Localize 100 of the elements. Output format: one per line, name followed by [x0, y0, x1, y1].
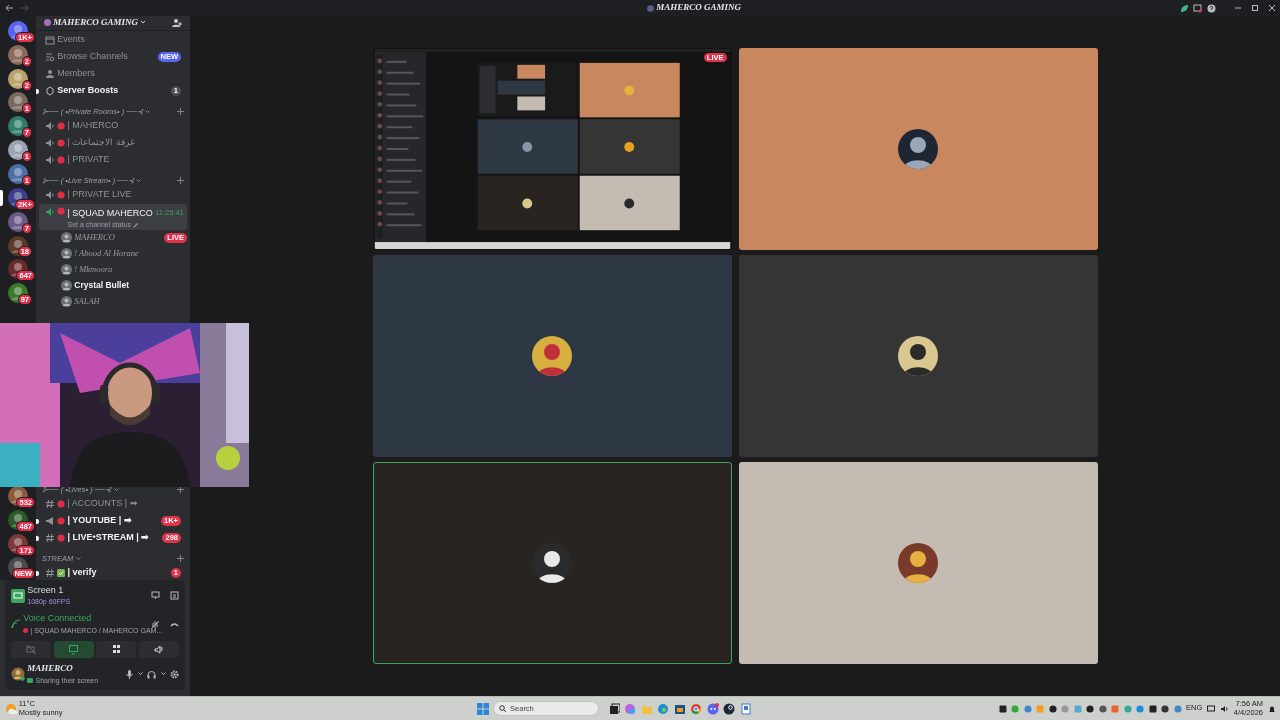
back-arrow-icon[interactable]: [4, 4, 14, 12]
dot-icon: [57, 206, 66, 215]
add-channel-icon[interactable]: [177, 108, 184, 115]
user-avatar: [11, 667, 25, 681]
start-icon[interactable]: [476, 702, 489, 715]
server-name[interactable]: MAHERCO GAMING: [53, 16, 139, 30]
dot-icon: [23, 628, 29, 634]
activities-button[interactable]: [96, 640, 137, 658]
invite-icon[interactable]: [172, 17, 182, 28]
channel-name[interactable]: Server Boosts: [57, 84, 119, 98]
headphones-icon[interactable]: [147, 669, 156, 679]
user-avatar: [61, 280, 72, 291]
video-tile[interactable]: [738, 255, 1098, 457]
hashtag-icon: [45, 533, 55, 543]
avatar: [897, 335, 939, 377]
inbox-icon[interactable]: [1193, 3, 1202, 13]
server-icon[interactable]: [8, 140, 28, 161]
voice-status[interactable]: Voice Connected: [23, 612, 149, 626]
volume-icon[interactable]: [1220, 704, 1230, 713]
member-name[interactable]: ! Mkmoora: [74, 263, 113, 276]
screen-share-button[interactable]: [53, 640, 94, 658]
settings-icon[interactable]: [170, 669, 179, 679]
store-icon[interactable]: [673, 702, 686, 715]
avatar: [897, 128, 939, 170]
server-icon[interactable]: [8, 68, 28, 89]
channel-name[interactable]: | ACCOUNTS | ➡: [67, 497, 138, 511]
member-name[interactable]: Crystal Bullet: [74, 279, 130, 292]
checkbox-icon: [57, 569, 66, 577]
video-tile[interactable]: [738, 48, 1098, 250]
video-tile[interactable]: [372, 255, 732, 457]
caret-icon[interactable]: [137, 672, 143, 676]
server-icon[interactable]: [8, 116, 28, 137]
dot-icon: [57, 500, 66, 508]
channel-name[interactable]: | PRIVATE: [67, 153, 110, 167]
channel-name[interactable]: | LIVE•STREAM | ➡: [67, 531, 150, 545]
dot-icon: [57, 156, 66, 164]
channel-name[interactable]: Members: [57, 67, 95, 81]
member-name[interactable]: ! Abood Al Horane: [74, 247, 139, 260]
soundboard-button[interactable]: [138, 640, 179, 658]
server-icon[interactable]: [8, 283, 28, 304]
unread-indicator: [36, 535, 39, 541]
stream-title: Screen 1: [27, 583, 65, 597]
maximize-icon[interactable]: [1250, 4, 1259, 12]
channel-name[interactable]: | SQUAD MAHERCO: [67, 206, 153, 220]
window-title: MAHERCO GAMING: [656, 1, 741, 15]
user-name[interactable]: MAHERCO: [27, 662, 99, 676]
caret-icon: [113, 487, 119, 492]
channel-name[interactable]: Events: [57, 33, 85, 47]
signal-icon: [11, 619, 21, 629]
caret-icon[interactable]: [160, 672, 166, 676]
server-icon: [44, 19, 51, 27]
minimize-icon[interactable]: [1233, 4, 1242, 12]
screen-share-icon: [11, 588, 25, 603]
server-icon[interactable]: [8, 44, 28, 65]
channel-name[interactable]: Browse Channels: [57, 50, 128, 64]
steam-icon[interactable]: [723, 702, 736, 715]
network-icon[interactable]: [1206, 704, 1216, 713]
notepad-icon[interactable]: [739, 702, 752, 715]
channel-name[interactable]: | verify: [67, 566, 97, 580]
server-icon[interactable]: [8, 211, 28, 232]
popout-icon[interactable]: [150, 591, 160, 600]
boost-icon: [45, 86, 55, 96]
add-channel-icon[interactable]: [177, 177, 184, 184]
calendar-icon: [45, 35, 55, 45]
avatar: [531, 335, 573, 377]
stream-settings-icon[interactable]: [170, 591, 179, 600]
leaf-icon[interactable]: [1179, 3, 1189, 13]
hashtag-icon: [45, 499, 55, 509]
channel-name[interactable]: | غرفة الاجتماعات: [67, 136, 135, 150]
unread-indicator: [36, 570, 39, 576]
pencil-icon: [133, 222, 139, 228]
chrome-icon[interactable]: [690, 702, 703, 715]
user-avatar: [61, 232, 72, 243]
members-icon: [45, 69, 55, 79]
help-icon[interactable]: [1206, 3, 1216, 13]
dot-icon: [57, 534, 66, 542]
noise-suppression-icon[interactable]: [150, 619, 160, 629]
member-name[interactable]: MAHERCO: [74, 231, 115, 244]
microphone-icon[interactable]: [126, 669, 133, 679]
notification-icon[interactable]: [1267, 704, 1276, 713]
server-icon[interactable]: [8, 92, 28, 113]
caret-icon[interactable]: [140, 20, 147, 26]
add-channel-icon[interactable]: [177, 486, 184, 493]
channel-name[interactable]: | MAHERCO: [67, 119, 119, 133]
video-tile[interactable]: [738, 462, 1098, 664]
close-icon[interactable]: [1267, 4, 1276, 12]
activities-icon: [110, 643, 122, 655]
video-tile[interactable]: [372, 462, 732, 664]
channel-name[interactable]: | YOUTUBE | ➡: [67, 514, 132, 528]
server-icon[interactable]: [8, 164, 28, 184]
task-view-icon[interactable]: [607, 702, 620, 715]
member-name[interactable]: SALAH: [74, 295, 100, 308]
unread-indicator: [36, 518, 39, 524]
channel-name[interactable]: | PRIVATE LIVE: [67, 188, 132, 202]
camera-off-icon: [25, 643, 37, 655]
megaphone-icon: [45, 516, 55, 526]
caret-icon: [136, 178, 142, 183]
add-channel-icon[interactable]: [177, 555, 184, 562]
screen-icon: [27, 678, 34, 684]
search-icon: [499, 705, 507, 712]
